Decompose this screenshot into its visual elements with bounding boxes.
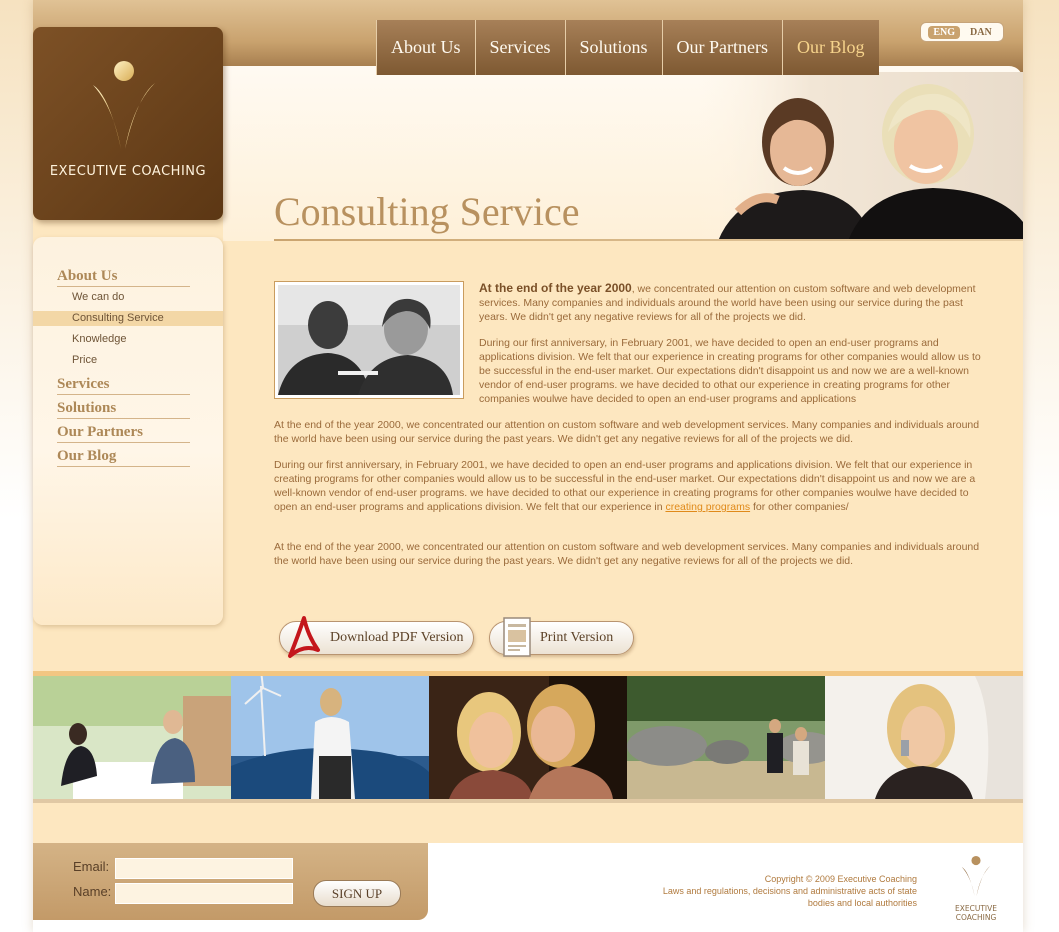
download-pdf-label: Download PDF Version bbox=[330, 630, 464, 645]
photo-gallery bbox=[33, 676, 1023, 799]
gallery-photo-woman-car[interactable] bbox=[231, 676, 429, 799]
sidebar-section-our-blog[interactable]: Our Blog bbox=[57, 448, 190, 467]
copyright-text: Copyright © 2009 Executive Coaching bbox=[764, 874, 917, 884]
print-version-button[interactable]: Print Version bbox=[489, 617, 634, 657]
nav-our-partners[interactable]: Our Partners bbox=[661, 20, 783, 75]
legal-text-line-1: Laws and regulations, decisions and admi… bbox=[662, 886, 917, 896]
sidebar-section-services[interactable]: Services bbox=[57, 376, 190, 395]
sidebar-item-we-can-do[interactable]: We can do bbox=[72, 291, 190, 303]
gallery-photo-woman-phone[interactable] bbox=[825, 676, 1023, 799]
content-paragraph-3: At the end of the year 2000, we concentr… bbox=[274, 419, 980, 445]
woman-car-image bbox=[231, 676, 429, 799]
nav-about-us[interactable]: About Us bbox=[376, 20, 475, 75]
page-title: Consulting Service bbox=[274, 189, 580, 234]
nav-services[interactable]: Services bbox=[474, 20, 565, 75]
signup-form: Email: Name: SIGN UP bbox=[33, 843, 428, 920]
title-divider bbox=[274, 239, 1023, 241]
logo[interactable]: EXECUTIVE COACHING bbox=[33, 27, 223, 220]
lang-dan-button[interactable]: DAN bbox=[966, 26, 996, 39]
sidebar-section-our-partners[interactable]: Our Partners bbox=[57, 424, 190, 443]
cafe-meeting-image bbox=[33, 676, 231, 799]
gallery-photo-cafe-meeting[interactable] bbox=[33, 676, 231, 799]
footer-band bbox=[33, 803, 1023, 843]
content-paragraph-4: During our first anniversary, in Februar… bbox=[274, 458, 986, 514]
content-paragraph-4-text: During our first anniversary, in Februar… bbox=[274, 459, 976, 513]
lang-eng-button[interactable]: ENG bbox=[928, 25, 960, 39]
download-pdf-button[interactable]: Download PDF Version bbox=[279, 616, 474, 658]
women-whisper-image bbox=[429, 676, 627, 799]
sidebar-item-consulting-service[interactable]: Consulting Service bbox=[33, 311, 223, 326]
footer-logo-text: EXECUTIVE COACHING bbox=[954, 904, 997, 922]
print-version-label: Print Version bbox=[540, 630, 614, 645]
content-paragraph-1: At the end of the year 2000, we concentr… bbox=[479, 281, 984, 324]
nav-our-blog[interactable]: Our Blog bbox=[782, 20, 879, 75]
gallery-photo-two-women-whisper[interactable] bbox=[429, 676, 627, 799]
sidebar-section-about-us[interactable]: About Us bbox=[57, 268, 190, 287]
hero-photo-two-women bbox=[698, 72, 1023, 241]
pdf-icon bbox=[288, 616, 320, 658]
signup-button[interactable]: SIGN UP bbox=[313, 880, 401, 907]
gallery-photo-beach-meeting[interactable] bbox=[627, 676, 825, 799]
woman-phone-image bbox=[825, 676, 1023, 799]
nav-solutions[interactable]: Solutions bbox=[564, 20, 662, 75]
content-paragraph-1-lead: At the end of the year 2000 bbox=[479, 281, 632, 295]
name-field[interactable] bbox=[115, 883, 293, 904]
legal-text-line-2: bodies and local authorities bbox=[807, 898, 917, 908]
beach-meeting-image bbox=[627, 676, 825, 799]
content-photo bbox=[274, 281, 464, 399]
print-document-icon bbox=[503, 617, 531, 657]
logo-figure-icon bbox=[93, 61, 155, 149]
main-nav: About Us Services Solutions Our Partners… bbox=[376, 20, 879, 75]
copyright-block: Copyright © 2009 Executive Coaching Laws… bbox=[593, 873, 917, 909]
language-switcher: ENG DAN bbox=[920, 22, 1004, 42]
content-paragraph-5: At the end of the year 2000, we concentr… bbox=[274, 541, 980, 567]
footer-logo-figure-icon bbox=[961, 855, 991, 897]
sidebar-item-price[interactable]: Price bbox=[72, 354, 190, 366]
sidebar: About Us We can do Consulting Service Kn… bbox=[33, 237, 223, 625]
content-paragraph-4-tail: for other companies/ bbox=[750, 501, 849, 513]
logo-text: EXECUTIVE COACHING bbox=[49, 164, 207, 179]
name-label: Name: bbox=[73, 884, 112, 899]
sidebar-item-knowledge[interactable]: Knowledge bbox=[72, 333, 190, 345]
email-field[interactable] bbox=[115, 858, 293, 879]
sidebar-section-solutions[interactable]: Solutions bbox=[57, 400, 190, 419]
content-paragraph-2: During our first anniversary, in Februar… bbox=[479, 337, 981, 405]
footer-logo[interactable]: EXECUTIVE COACHING bbox=[936, 853, 1016, 922]
page-container: EXECUTIVE COACHING About Us Services Sol… bbox=[33, 0, 1023, 932]
business-people-photo bbox=[278, 285, 460, 395]
email-label: Email: bbox=[73, 859, 110, 874]
creating-programs-link[interactable]: creating programs bbox=[665, 501, 750, 513]
